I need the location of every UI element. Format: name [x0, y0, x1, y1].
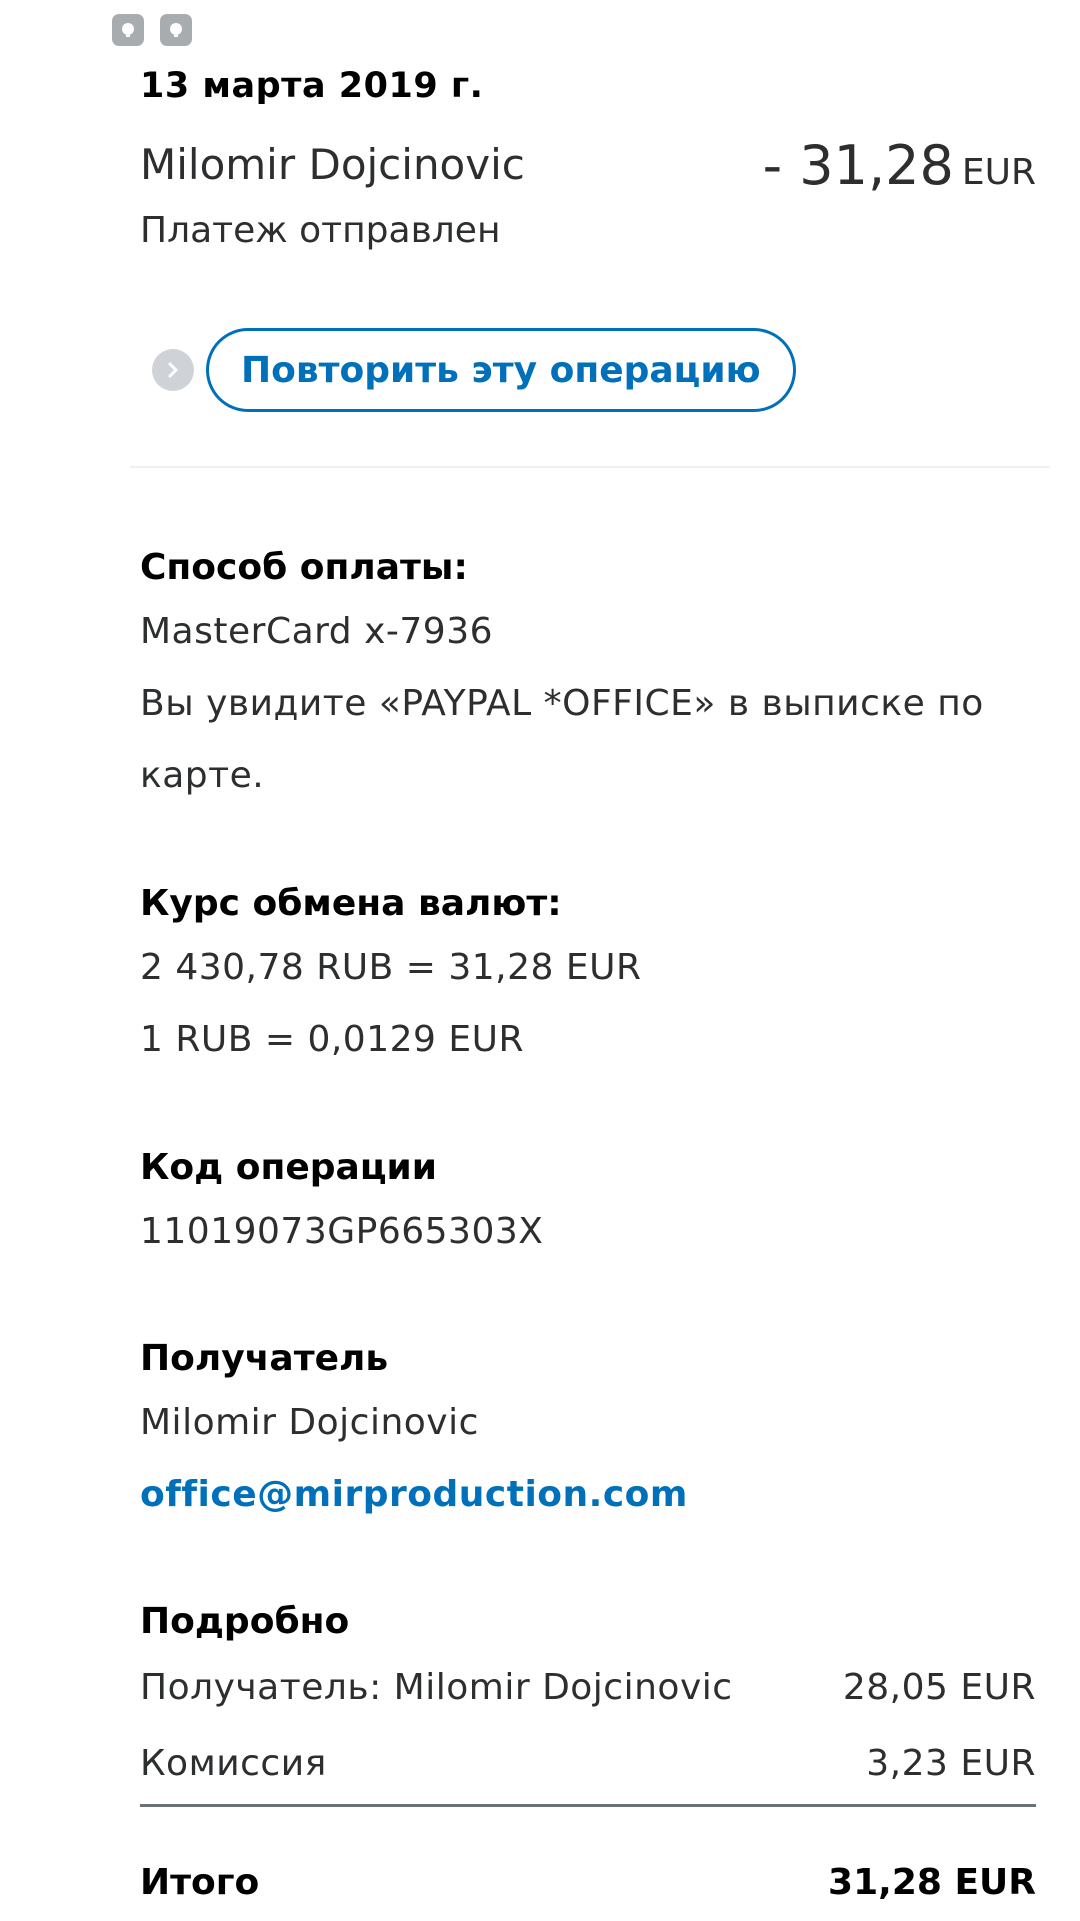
recipient-email-link[interactable]: office@mirproduction.com	[140, 1459, 1036, 1531]
recipient-title: Получатель	[140, 1338, 389, 1379]
details-row-label: Получатель: Milomir Dojcinovic	[140, 1667, 733, 1708]
divider	[130, 466, 1050, 468]
transaction-status: Платеж отправлен	[140, 210, 501, 251]
transaction-id-title: Код операции	[140, 1147, 437, 1188]
transaction-amount: - 31,28 EUR	[763, 134, 1036, 197]
statement-note-line1: Вы увидите «PAYPAL *OFFICE» в выписке по	[140, 683, 984, 724]
details-section: Подробно Получатель: Milomir Dojcinovic …	[140, 1594, 1036, 1921]
amount-currency: EUR	[961, 152, 1036, 193]
payment-card: MasterCard x-7936	[140, 611, 494, 652]
details-title: Подробно	[140, 1601, 350, 1642]
exchange-rate-section: Курс обмена валют: 2 430,78 RUB = 31,28 …	[140, 876, 1036, 1076]
total-row: Итого 31,28 EUR	[140, 1845, 1036, 1921]
recipient-name: Milomir Dojcinovic	[140, 1402, 479, 1443]
status-bar-icons	[112, 14, 192, 46]
total-label: Итого	[140, 1862, 260, 1903]
statement-note-line2: карте.	[140, 755, 265, 796]
transaction-date: 13 марта 2019 г.	[140, 66, 484, 106]
total-value: 31,28 EUR	[828, 1862, 1036, 1903]
details-row-value: 28,05 EUR	[842, 1667, 1036, 1708]
details-row: Получатель: Milomir Dojcinovic 28,05 EUR	[140, 1650, 1036, 1726]
details-row-label: Комиссия	[140, 1743, 327, 1784]
exchange-rate: 1 RUB = 0,0129 EUR	[140, 1019, 524, 1060]
notification-icon	[112, 14, 144, 46]
transaction-id-section: Код операции 11019073GP665303X	[140, 1140, 1036, 1268]
payment-method-title: Способ оплаты:	[140, 547, 468, 588]
merchant-name: Milomir Dojcinovic	[140, 140, 525, 189]
notification-icon	[160, 14, 192, 46]
total-divider	[140, 1804, 1036, 1807]
transaction-id: 11019073GP665303X	[140, 1211, 544, 1252]
amount-value: - 31,28	[762, 134, 954, 197]
payment-method-section: Способ оплаты: MasterCard x-7936 Вы увид…	[140, 540, 1036, 812]
details-row: Комиссия 3,23 EUR	[140, 1726, 1036, 1802]
chevron-right-icon	[152, 349, 194, 391]
exchange-conversion: 2 430,78 RUB = 31,28 EUR	[140, 947, 642, 988]
exchange-rate-title: Курс обмена валют:	[140, 883, 562, 924]
details-row-value: 3,23 EUR	[866, 1743, 1036, 1784]
repeat-operation-row: Повторить эту операцию	[152, 328, 796, 412]
recipient-section: Получатель Milomir Dojcinovic office@mir…	[140, 1331, 1036, 1531]
repeat-operation-button[interactable]: Повторить эту операцию	[206, 328, 796, 412]
